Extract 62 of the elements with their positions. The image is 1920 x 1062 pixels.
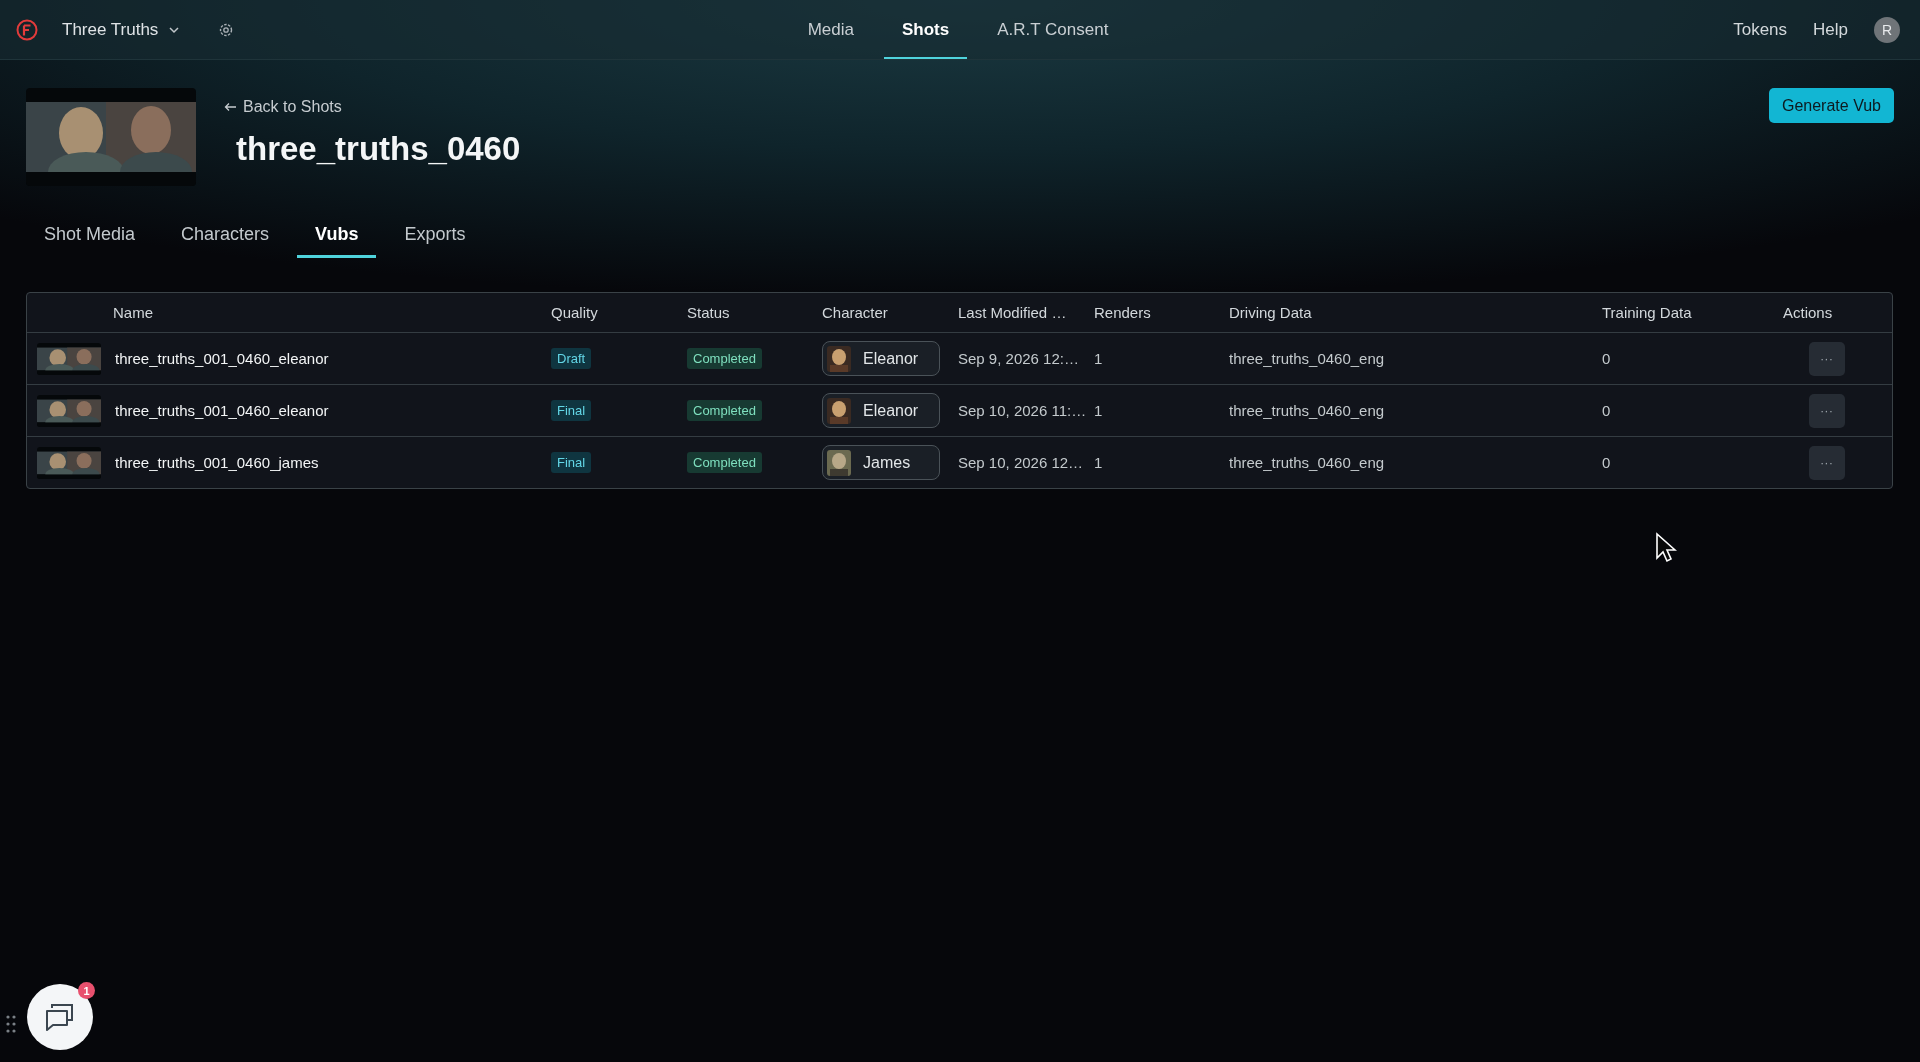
nav-tab[interactable]: Shots — [883, 0, 968, 59]
chevron-down-icon — [168, 25, 181, 34]
column-header: Character — [822, 304, 889, 321]
quality-tag: Final — [551, 452, 592, 473]
table-cell-text: three_truths_001_0460_eleanor — [114, 402, 330, 419]
column-header: Training Data — [1602, 304, 1693, 321]
settings-icon[interactable] — [218, 21, 235, 38]
table-cell-text: 0 — [1602, 402, 1612, 419]
character-chip[interactable]: Eleanor — [822, 341, 940, 376]
table-cell-text: 0 — [1602, 454, 1612, 471]
column-header: Name — [113, 304, 154, 321]
character-name: James — [863, 453, 911, 472]
generate-button[interactable]: Generate Vub — [1768, 88, 1894, 123]
page-title: three_truths_0460 — [236, 130, 522, 168]
table-cell-text: Sep 10, 2026 12… — [958, 454, 1085, 471]
table-cell-text: three_truths_001_0460_james — [114, 454, 320, 471]
table-cell-text: 0 — [1602, 350, 1612, 367]
nav-link[interactable]: Help — [1813, 19, 1848, 40]
more-button[interactable]: ··· — [1808, 341, 1845, 376]
column-header: Last Modified … — [958, 304, 1068, 321]
notification-badge: 1 — [78, 982, 95, 999]
column-header: Quality — [551, 304, 599, 321]
character-chip[interactable]: James — [822, 445, 940, 480]
arrow-left-icon — [224, 102, 237, 112]
table-cell-text: Sep 10, 2026 11:… — [958, 402, 1088, 419]
table-cell-text: three_truths_0460_eng — [1229, 402, 1386, 419]
character-name: Eleanor — [863, 401, 919, 420]
drag-handle-icon[interactable] — [6, 1014, 16, 1034]
column-header: Renders — [1094, 304, 1152, 321]
back-link[interactable]: Back to Shots — [224, 98, 342, 116]
more-button[interactable]: ··· — [1808, 445, 1845, 480]
table-cell-text: Sep 9, 2026 12:… — [958, 350, 1080, 367]
column-header: Status — [687, 304, 731, 321]
tab[interactable]: Shot Media — [26, 224, 154, 258]
nav-link[interactable]: Tokens — [1733, 19, 1788, 40]
pointer-icon — [1655, 532, 1677, 564]
user-avatar[interactable]: R — [1874, 16, 1900, 43]
tab[interactable]: Vubs — [297, 224, 377, 258]
status-tag: Completed — [687, 452, 762, 473]
table-cell-text: 1 — [1094, 402, 1104, 419]
project-selector[interactable]: Three Truths — [52, 19, 191, 40]
character-chip[interactable]: Eleanor — [822, 393, 940, 428]
nav-tab[interactable]: Media — [789, 0, 872, 59]
quality-tag: Draft — [551, 348, 592, 369]
tab[interactable]: Characters — [163, 224, 288, 258]
character-name: Eleanor — [863, 349, 919, 368]
more-button[interactable]: ··· — [1808, 393, 1845, 428]
tab[interactable]: Exports — [386, 224, 484, 258]
table-cell-text: 1 — [1094, 350, 1104, 367]
logo-icon[interactable] — [16, 18, 38, 41]
nav-tab[interactable]: A.R.T Consent — [979, 0, 1127, 59]
back-link-label[interactable]: Back to Shots — [243, 98, 342, 116]
table-cell-text: three_truths_0460_eng — [1229, 454, 1386, 471]
status-tag: Completed — [687, 400, 762, 421]
quality-tag: Final — [551, 400, 592, 421]
column-header: Actions — [1783, 304, 1834, 321]
chat-icon — [44, 1002, 76, 1032]
table-cell-text: 1 — [1094, 454, 1104, 471]
table-cell-text: three_truths_001_0460_eleanor — [114, 350, 330, 367]
table-cell-text: three_truths_0460_eng — [1229, 350, 1386, 367]
status-tag: Completed — [687, 348, 762, 369]
column-header: Driving Data — [1229, 304, 1313, 321]
